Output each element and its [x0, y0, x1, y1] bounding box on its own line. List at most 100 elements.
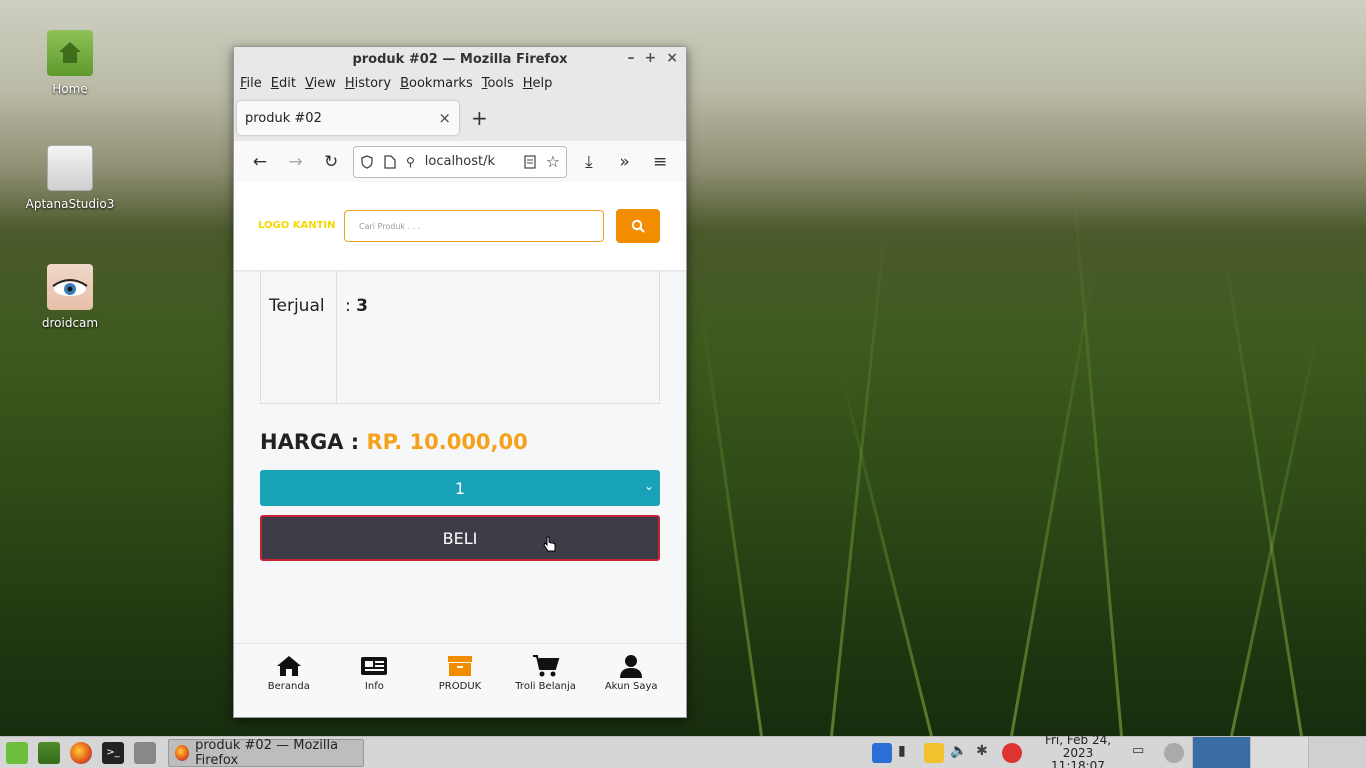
- nav-item-produk[interactable]: PRODUK: [423, 654, 497, 717]
- clock-time: 11:18:07: [1051, 758, 1105, 768]
- menu-view[interactable]: View: [305, 76, 336, 91]
- newspaper-icon: [361, 657, 388, 675]
- price-value: RP. 10.000,00: [366, 430, 528, 454]
- nav-label: Akun Saya: [604, 681, 658, 692]
- search-button[interactable]: [616, 209, 660, 243]
- price: HARGA : RP. 10.000,00: [260, 430, 528, 454]
- update-shield-icon[interactable]: [1002, 743, 1022, 763]
- url-bar[interactable]: ⚲ localhost/k ☆: [352, 145, 568, 178]
- cart-icon: [532, 655, 559, 677]
- grass-decoration: [1230, 324, 1321, 737]
- permissions-icon[interactable]: ⚲: [406, 155, 415, 169]
- nav-label: Info: [364, 681, 384, 692]
- grass-decoration: [1221, 241, 1303, 737]
- tab-produk[interactable]: produk #02 ×: [237, 101, 459, 135]
- search-input[interactable]: Cari Produk . . .: [344, 210, 604, 242]
- system-tray: ▮ 🔈 ✱ Fri, Feb 24, 2023 11:18:07 ▭: [866, 733, 1366, 768]
- user-icon: [620, 655, 643, 678]
- network-signal-icon[interactable]: ▮: [898, 743, 918, 763]
- hamburger-menu-icon[interactable]: ≡: [642, 152, 678, 172]
- grass-decoration: [830, 218, 888, 737]
- maximize-icon[interactable]: +: [645, 50, 657, 66]
- new-tab-icon[interactable]: +: [471, 106, 488, 130]
- home-icon: [276, 656, 301, 676]
- nav-label: PRODUK: [438, 681, 482, 692]
- shield-icon[interactable]: [360, 154, 374, 169]
- nav-label: Troli Belanja: [515, 681, 576, 692]
- quantity-select[interactable]: 1 ⌄: [260, 470, 660, 506]
- desktop-icon-label: AptanaStudio3: [25, 197, 115, 211]
- close-icon[interactable]: ×: [666, 50, 678, 66]
- taskbar-task-firefox[interactable]: produk #02 — Mozilla Firefox: [168, 737, 364, 768]
- hand-cursor-icon: [543, 536, 556, 552]
- volume-icon[interactable]: 🔈: [950, 743, 970, 763]
- workspace-1[interactable]: [1192, 737, 1250, 768]
- firefox-icon: [175, 744, 190, 761]
- battery-icon[interactable]: ▭: [1132, 743, 1152, 763]
- minimize-icon[interactable]: –: [628, 50, 635, 66]
- nav-item-troli[interactable]: Troli Belanja: [509, 654, 583, 717]
- menu-bar: File Edit View History Bookmarks Tools H…: [234, 71, 686, 95]
- desktop-icon-label: Home: [52, 82, 88, 96]
- bookmark-star-icon[interactable]: ☆: [546, 152, 560, 171]
- menu-help[interactable]: Help: [523, 76, 553, 91]
- desktop-icon-droidcam[interactable]: droidcam: [15, 264, 125, 330]
- workspace-2[interactable]: [1250, 737, 1308, 768]
- grass-decoration: [700, 309, 763, 737]
- tab-close-icon[interactable]: ×: [438, 109, 451, 127]
- nav-label: Beranda: [267, 681, 310, 692]
- firefox-window: produk #02 — Mozilla Firefox – + × File …: [233, 46, 687, 718]
- site-logo[interactable]: LOGO KANTIN: [258, 220, 344, 232]
- menu-tools[interactable]: Tools: [482, 76, 514, 91]
- nav-bar: ← → ↻ ⚲ localhost/k ☆ ⤓ » ≡: [234, 141, 686, 183]
- taskbar: >_ produk #02 — Mozilla Firefox ▮ 🔈 ✱ Fr…: [0, 733, 1366, 768]
- nav-item-info[interactable]: Info: [337, 654, 411, 717]
- forward-icon[interactable]: →: [278, 152, 314, 172]
- bluetooth-icon[interactable]: [872, 743, 892, 763]
- box-icon: [447, 656, 472, 676]
- show-desktop-icon[interactable]: [38, 741, 60, 764]
- grass-decoration: [1071, 178, 1123, 737]
- menu-file[interactable]: File: [240, 76, 262, 91]
- nav-item-akun[interactable]: Akun Saya: [594, 654, 668, 717]
- nav-item-beranda[interactable]: Beranda: [252, 654, 326, 717]
- title-bar[interactable]: produk #02 — Mozilla Firefox – + ×: [234, 47, 686, 71]
- buy-button[interactable]: BELI: [260, 515, 660, 561]
- page-content: LOGO KANTIN Cari Produk . . . Terjual : …: [234, 182, 686, 717]
- overflow-icon[interactable]: »: [607, 152, 643, 172]
- menu-history[interactable]: History: [345, 76, 391, 91]
- menu-bookmarks[interactable]: Bookmarks: [400, 76, 473, 91]
- clock[interactable]: Fri, Feb 24, 2023 11:18:07: [1030, 733, 1126, 768]
- eye-icon: [47, 264, 93, 310]
- folder-home-icon: [47, 30, 93, 76]
- desktop-icon-home[interactable]: Home: [15, 30, 125, 96]
- workspace-3[interactable]: [1308, 737, 1366, 768]
- sold-value-prefix: :: [345, 296, 357, 316]
- firefox-launcher-icon[interactable]: [70, 741, 92, 764]
- url-text: localhost/k: [424, 154, 496, 169]
- site-header: LOGO KANTIN Cari Produk . . .: [234, 182, 686, 270]
- window-title: produk #02 — Mozilla Firefox: [352, 51, 568, 67]
- mint-menu-icon[interactable]: [6, 741, 28, 764]
- menu-edit[interactable]: Edit: [271, 76, 296, 91]
- aptana-icon: [47, 145, 93, 191]
- task-label: produk #02 — Mozilla Firefox: [195, 737, 339, 768]
- terminal-icon[interactable]: >_: [102, 741, 124, 764]
- chevron-down-icon: ⌄: [643, 479, 654, 493]
- page-icon: [384, 154, 396, 169]
- sold-value: 3: [356, 296, 368, 316]
- desktop-icon-aptana[interactable]: AptanaStudio3: [15, 145, 125, 211]
- bluetooth-status-icon[interactable]: ✱: [976, 743, 996, 763]
- grass-decoration: [1010, 263, 1097, 737]
- desktop-icon-label: droidcam: [41, 316, 99, 330]
- record-icon[interactable]: [1164, 743, 1184, 763]
- reload-icon[interactable]: ↻: [313, 152, 349, 172]
- files-icon[interactable]: [134, 741, 156, 764]
- search-icon: [631, 219, 645, 233]
- reader-view-icon[interactable]: [524, 154, 536, 169]
- back-icon[interactable]: ←: [242, 152, 278, 172]
- sold-label: Terjual: [261, 270, 337, 403]
- notes-icon[interactable]: [924, 743, 944, 763]
- download-icon[interactable]: ⤓: [571, 152, 607, 172]
- bottom-nav: Beranda Info PRODUK Troli Belanja Akun S…: [234, 643, 686, 717]
